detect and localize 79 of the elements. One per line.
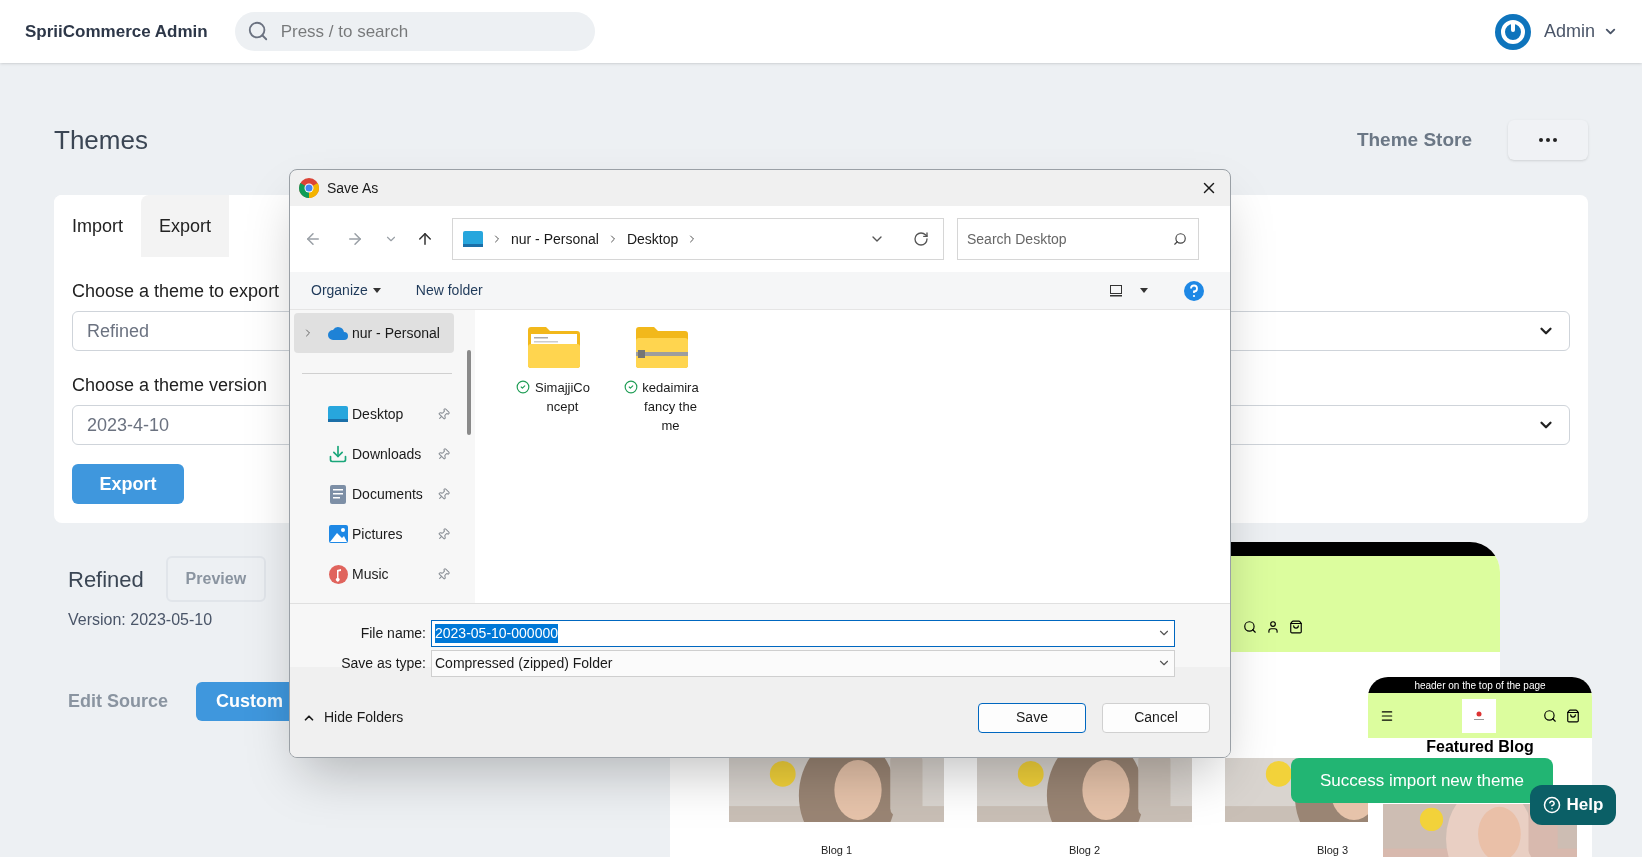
file-name: kedaimira fancy theme [641, 379, 700, 435]
caret-icon [372, 288, 381, 293]
announcement-text: header on the top of the page [1414, 678, 1546, 693]
section-heading: Featured Blog [1425, 738, 1535, 756]
address-bar[interactable]: nur - Personal Desktop [452, 218, 944, 260]
nav-label: Documents [352, 484, 424, 504]
breadcrumb[interactable]: nur - Personal [511, 228, 599, 250]
synced-icon [515, 380, 530, 394]
avatar-icon[interactable] [1494, 13, 1531, 50]
blog-label: Blog 3 [1316, 843, 1349, 857]
blog-label: Blog 2 [1068, 843, 1101, 857]
organize-button[interactable]: Organize [311, 280, 381, 301]
up-icon[interactable] [416, 230, 434, 248]
help-button[interactable]: Help [1530, 785, 1616, 825]
nav-item[interactable]: Music [294, 554, 454, 594]
save-type-select[interactable]: Compressed (zipped) Folder [431, 649, 1175, 677]
download-icon [328, 444, 348, 464]
new-folder-button[interactable]: New folder [415, 280, 483, 301]
nav-label: Desktop [352, 404, 405, 424]
forward-icon[interactable] [346, 230, 364, 248]
save-button[interactable]: Save [978, 702, 1086, 733]
cancel-button[interactable]: Cancel [1102, 702, 1210, 733]
field-label: Save as type: [341, 653, 426, 673]
scrollbar-thumb[interactable] [467, 350, 471, 435]
nav-label: nur - Personal [352, 323, 441, 343]
search-icon [246, 20, 269, 42]
browser-icon [299, 178, 319, 198]
nav-item[interactable]: Desktop [294, 394, 454, 434]
view-icon[interactable] [1109, 283, 1123, 298]
music-icon [328, 564, 348, 584]
user-icon [1266, 620, 1280, 634]
nav-item[interactable]: Documents [294, 474, 454, 514]
file-item[interactable]: kedaimira fancy theme [615, 326, 709, 435]
document-icon [330, 484, 346, 504]
search-field[interactable]: Press / to search [234, 12, 595, 51]
search-icon [1173, 232, 1187, 246]
page-title: Themes [54, 123, 148, 157]
file-name-field[interactable]: 2023-05-10-000000 [431, 619, 1175, 647]
toast-message: Success import new theme [1319, 769, 1525, 792]
desktop-icon [328, 406, 348, 422]
tab[interactable]: Export [141, 195, 230, 257]
file-name: SimajjiConcept [534, 379, 591, 416]
nav-label: Music [352, 564, 390, 584]
pictures-icon [328, 525, 348, 543]
search-icon [1243, 620, 1257, 634]
folder-icon [528, 326, 580, 368]
help-icon [1542, 796, 1561, 814]
search-field[interactable]: Search Desktop [957, 218, 1199, 260]
search-icon [1543, 708, 1557, 723]
nav-item[interactable]: Downloads [294, 434, 454, 474]
bag-icon [1289, 620, 1303, 634]
menu-icon[interactable] [1380, 708, 1394, 723]
bag-icon [1566, 708, 1580, 723]
nav-label: Pictures [352, 524, 404, 544]
zip-folder-icon [636, 326, 688, 368]
nav-item[interactable]: nur - Personal [294, 313, 454, 353]
field-label: Choose a theme version [72, 374, 268, 397]
theme-name: Refined [68, 565, 144, 594]
refresh-icon[interactable] [913, 231, 929, 247]
logo-icon [1461, 698, 1496, 733]
file-item[interactable]: SimajjiConcept [507, 326, 601, 416]
more-icon [1539, 138, 1557, 142]
user-menu[interactable]: Admin [1543, 18, 1618, 45]
theme-store-link[interactable]: Theme Store [1356, 125, 1472, 155]
back-icon[interactable] [304, 230, 322, 248]
field-label: File name: [360, 623, 426, 643]
help-icon[interactable] [1184, 280, 1204, 301]
nav-item[interactable]: Pictures [294, 514, 454, 554]
caret-icon[interactable] [1140, 288, 1148, 293]
breadcrumb[interactable]: Desktop [626, 228, 679, 250]
blog-label: Blog 1 [820, 843, 853, 857]
nav-label: Downloads [352, 444, 423, 464]
desktop-icon [463, 231, 483, 247]
brand-name: SpriiCommerce Admin [25, 20, 208, 43]
theme-version: Version: 2023-05-10 [68, 610, 213, 630]
field-label: Choose a theme to export [72, 280, 280, 303]
dialog-title: Save As [327, 178, 379, 198]
cloud-icon [328, 326, 348, 340]
synced-icon [623, 380, 638, 394]
